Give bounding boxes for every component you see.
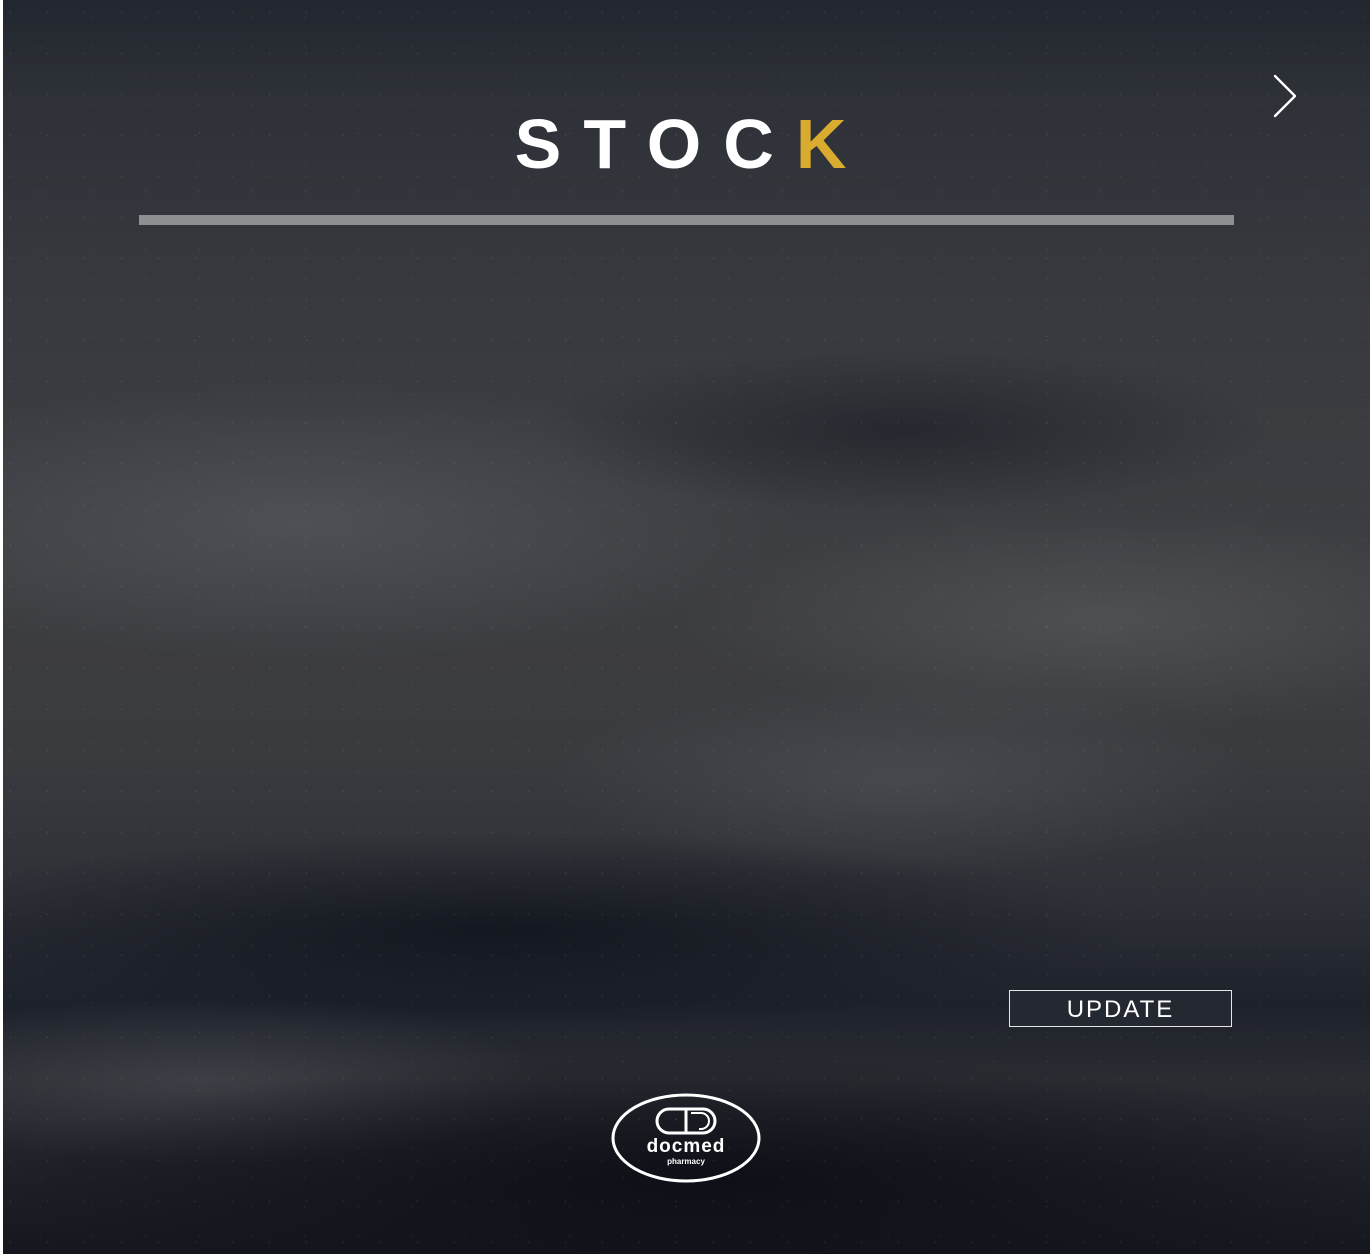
docmed-logo: docmed pharmacy: [611, 1093, 761, 1183]
title-divider: [139, 215, 1234, 225]
next-button[interactable]: [1261, 70, 1305, 122]
page-title-accent: K: [795, 105, 869, 183]
update-button[interactable]: UPDATE: [1009, 990, 1232, 1027]
chevron-right-icon: [1273, 74, 1297, 118]
logo-tagline: pharmacy: [667, 1157, 705, 1166]
background-texture: [3, 0, 1370, 1254]
capsule-icon: [655, 1107, 717, 1135]
logo-name: docmed: [646, 1136, 726, 1157]
stock-screen: STOCK UPDATE docmed pharmacy: [3, 0, 1370, 1254]
page-title: STOCK: [3, 102, 1370, 186]
page-title-main: STOC: [514, 105, 796, 183]
